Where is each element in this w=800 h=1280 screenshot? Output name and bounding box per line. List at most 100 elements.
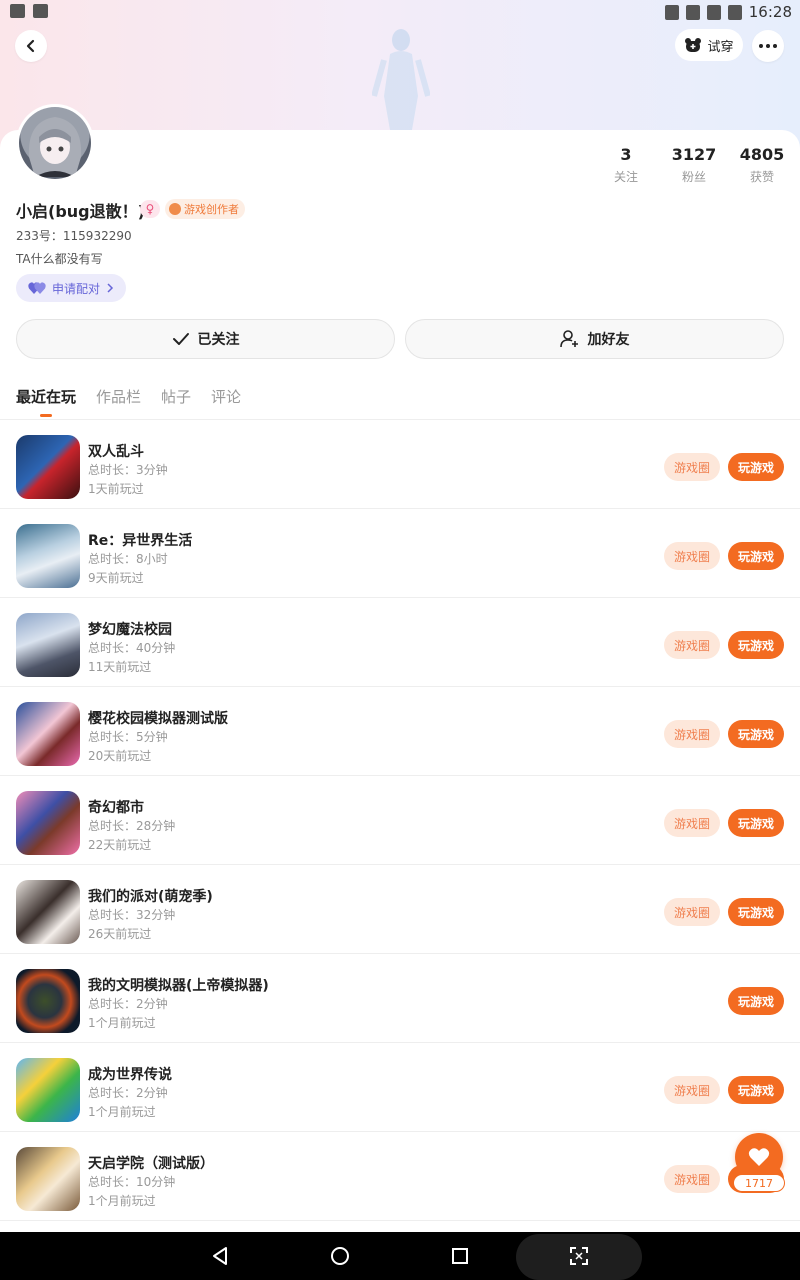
user-id: 233号：115932290 — [16, 229, 132, 243]
game-duration: 总时长：40分钟 — [88, 641, 176, 655]
apply-pair-button[interactable]: 申请配对 — [16, 274, 126, 302]
game-last-played: 22天前玩过 — [88, 838, 152, 852]
game-row[interactable]: 双人乱斗 总时长：3分钟 1天前玩过 游戏圈 玩游戏 — [0, 420, 800, 509]
game-duration: 总时长：28分钟 — [88, 819, 176, 833]
play-game-button[interactable]: 玩游戏 — [728, 631, 784, 659]
game-circle-button[interactable]: 游戏圈 — [664, 631, 720, 659]
stat-fans[interactable]: 3127 粉丝 — [664, 145, 724, 185]
game-icon[interactable] — [16, 1058, 80, 1122]
game-row[interactable]: 天启学院（测试版） 总时长：10分钟 1个月前玩过 游戏圈 — [0, 1132, 800, 1221]
add-friend-button[interactable]: 加好友 — [405, 319, 784, 359]
battery-icon — [727, 4, 742, 20]
game-circle-button[interactable]: 游戏圈 — [664, 1076, 720, 1104]
game-icon[interactable] — [16, 1147, 80, 1211]
tab-comments[interactable]: 评论 — [211, 386, 241, 420]
stat-likes[interactable]: 4805 获赞 — [732, 145, 792, 185]
game-last-played: 26天前玩过 — [88, 927, 152, 941]
avatar-figure-illustration — [372, 29, 430, 130]
game-row[interactable]: 成为世界传说 总时长：2分钟 1个月前玩过 游戏圈 玩游戏 — [0, 1043, 800, 1132]
following-label: 已关注 — [197, 332, 240, 348]
game-circle-button[interactable]: 游戏圈 — [664, 1165, 720, 1193]
check-icon — [172, 333, 189, 345]
system-nav-bar — [0, 1232, 800, 1280]
like-count: 1717 — [733, 1174, 785, 1192]
play-game-button[interactable]: 玩游戏 — [728, 453, 784, 481]
following-button[interactable]: 已关注 — [16, 319, 395, 359]
play-game-button[interactable]: 玩游戏 — [728, 542, 784, 570]
profile-name: 小启(bug退散！) — [16, 202, 145, 221]
nav-home-icon — [331, 1247, 349, 1265]
bear-icon — [685, 38, 702, 52]
tab-posts[interactable]: 帖子 — [161, 386, 191, 420]
tab-recently-played[interactable]: 最近在玩 — [16, 386, 76, 420]
play-game-button[interactable]: 玩游戏 — [728, 1076, 784, 1104]
game-duration: 总时长：32分钟 — [88, 908, 176, 922]
stat-value: 4805 — [739, 145, 785, 164]
game-circle-button[interactable]: 游戏圈 — [664, 898, 720, 926]
game-circle-button[interactable]: 游戏圈 — [664, 542, 720, 570]
game-duration: 总时长：2分钟 — [88, 1086, 168, 1100]
play-game-button[interactable]: 玩游戏 — [728, 720, 784, 748]
game-title: 天启学院（测试版） — [88, 1156, 214, 1172]
nav-recents-button[interactable] — [448, 1244, 472, 1268]
game-duration: 总时长：8小时 — [88, 552, 168, 566]
try-on-label: 试穿 — [707, 39, 734, 55]
more-icon — [759, 44, 777, 48]
game-circle-button[interactable]: 游戏圈 — [664, 453, 720, 481]
user-bio: TA什么都没有写 — [16, 252, 103, 266]
game-title: 梦幻魔法校园 — [88, 622, 172, 638]
tab-works[interactable]: 作品栏 — [96, 386, 141, 420]
game-last-played: 1个月前玩过 — [88, 1016, 156, 1030]
nav-home-button[interactable] — [328, 1244, 352, 1268]
chevron-right-icon — [107, 283, 114, 293]
game-row[interactable]: 梦幻魔法校园 总时长：40分钟 11天前玩过 游戏圈 玩游戏 — [0, 598, 800, 687]
stat-label: 粉丝 — [681, 170, 706, 184]
heart-icon — [748, 1148, 770, 1166]
game-circle-button[interactable]: 游戏圈 — [664, 720, 720, 748]
more-button[interactable] — [752, 30, 784, 62]
play-game-button[interactable]: 玩游戏 — [728, 898, 784, 926]
stat-following[interactable]: 3 关注 — [596, 145, 656, 185]
game-row[interactable]: 樱花校园模拟器测试版 总时长：5分钟 20天前玩过 游戏圈 玩游戏 — [0, 687, 800, 776]
nav-screenshot-icon — [570, 1247, 588, 1265]
avatar[interactable] — [16, 104, 94, 182]
heart-pair-icon — [28, 282, 46, 294]
game-row[interactable]: Re：异世界生活 总时长：8小时 9天前玩过 游戏圈 玩游戏 — [0, 509, 800, 598]
game-title: 奇幻都市 — [88, 800, 144, 816]
nav-screenshot-button[interactable] — [567, 1244, 591, 1268]
play-game-button[interactable]: 玩游戏 — [728, 987, 784, 1015]
nav-back-button[interactable] — [208, 1244, 232, 1268]
creator-badge[interactable]: 游戏创作者 — [165, 199, 245, 219]
game-duration: 总时长：10分钟 — [88, 1175, 176, 1189]
gallery-notification-icon — [10, 4, 25, 18]
game-icon[interactable] — [16, 791, 80, 855]
add-user-icon — [559, 330, 578, 348]
game-row[interactable]: 我们的派对(萌宠季) 总时长：32分钟 26天前玩过 游戏圈 玩游戏 — [0, 865, 800, 954]
game-last-played: 20天前玩过 — [88, 749, 152, 763]
game-icon[interactable] — [16, 613, 80, 677]
game-title: 樱花校园模拟器测试版 — [88, 711, 228, 727]
game-circle-button[interactable]: 游戏圈 — [664, 809, 720, 837]
game-row[interactable]: 我的文明模拟器(上帝模拟器) 总时长：2分钟 1个月前玩过 玩游戏 — [0, 954, 800, 1043]
game-row[interactable]: 奇幻都市 总时长：28分钟 22天前玩过 游戏圈 玩游戏 — [0, 776, 800, 865]
game-icon[interactable] — [16, 702, 80, 766]
activity-notification-icon — [33, 4, 48, 18]
try-on-button[interactable]: 试穿 — [675, 29, 743, 61]
gender-badge: ♀ — [140, 200, 160, 218]
game-icon[interactable] — [16, 969, 80, 1033]
game-last-played: 9天前玩过 — [88, 571, 144, 585]
stat-value: 3 — [620, 145, 632, 164]
back-button[interactable] — [15, 30, 47, 62]
nav-back-icon — [213, 1247, 227, 1265]
game-icon[interactable] — [16, 880, 80, 944]
avatar-portrait — [28, 117, 82, 177]
status-bar: 16:28 — [0, 0, 800, 24]
profile-tabs: 最近在玩 作品栏 帖子 评论 — [16, 386, 241, 420]
game-title: Re：异世界生活 — [88, 533, 193, 549]
recent-games-list: 双人乱斗 总时长：3分钟 1天前玩过 游戏圈 玩游戏 Re：异世界生活 总时长：… — [0, 420, 800, 1221]
game-icon[interactable] — [16, 524, 80, 588]
game-icon[interactable] — [16, 435, 80, 499]
game-last-played: 1天前玩过 — [88, 482, 144, 496]
play-game-button[interactable]: 玩游戏 — [728, 809, 784, 837]
game-last-played: 1个月前玩过 — [88, 1194, 156, 1208]
